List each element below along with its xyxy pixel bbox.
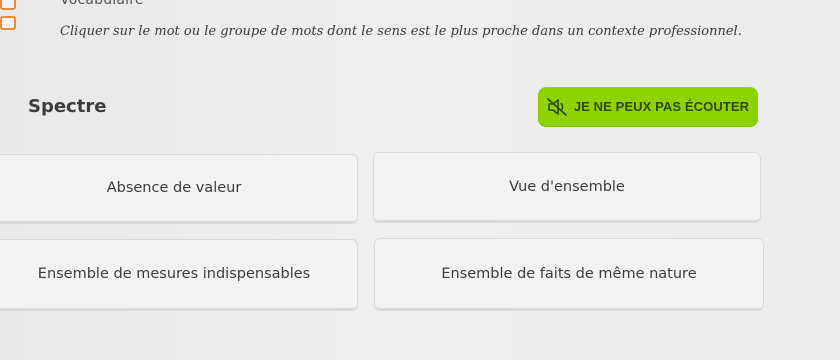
cant-listen-label: JE NE PEUX PAS ÉCOUTER: [573, 99, 750, 114]
cant-listen-button[interactable]: JE NE PEUX PAS ÉCOUTER: [538, 87, 758, 126]
answer-option-3[interactable]: Ensemble de mesures indispensables: [0, 239, 358, 311]
question-word: Spectre: [28, 96, 107, 117]
answer-option-2[interactable]: Vue d'ensemble: [373, 152, 761, 223]
answer-option-1[interactable]: Absence de valeur: [0, 154, 358, 224]
answer-option-label: Ensemble de mesures indispensables: [37, 266, 311, 282]
answer-option-4[interactable]: Ensemble de faits de même nature: [374, 238, 764, 311]
answer-option-label: Ensemble de faits de même nature: [441, 265, 697, 282]
answer-option-label: Absence de valeur: [106, 180, 242, 196]
exercise-logo-icon: [0, 0, 18, 34]
speaker-muted-icon: [547, 97, 567, 116]
section-title: Vocabulaire: [60, 0, 144, 8]
answer-option-label: Vue d'ensemble: [509, 178, 625, 195]
instruction-text: Cliquer sur le mot ou le groupe de mots …: [60, 24, 742, 39]
